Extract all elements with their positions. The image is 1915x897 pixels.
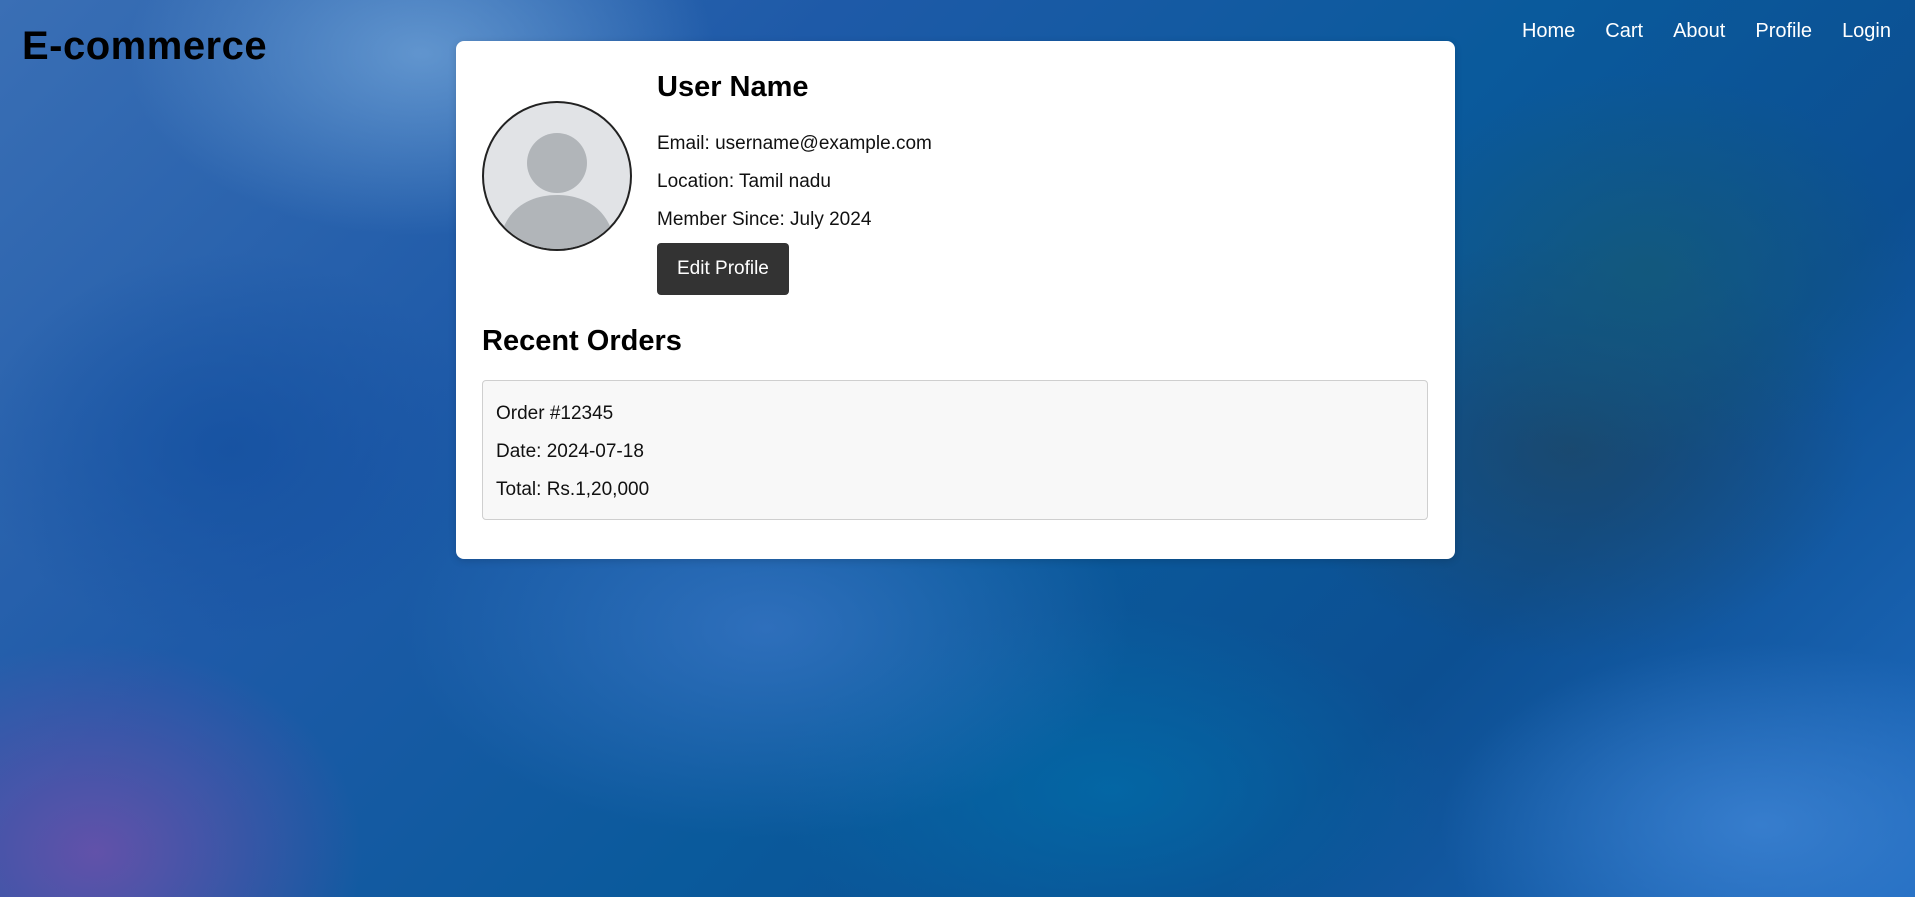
recent-orders-title: Recent Orders: [482, 325, 682, 357]
brand-logo: E-commerce: [22, 24, 268, 68]
nav-profile[interactable]: Profile: [1755, 20, 1812, 43]
nav-login[interactable]: Login: [1842, 20, 1891, 43]
user-location: Location: Tamil nadu: [657, 171, 831, 192]
top-nav: Home Cart About Profile Login: [1522, 20, 1891, 43]
order-total: Total: Rs.1,20,000: [496, 479, 650, 500]
nav-about[interactable]: About: [1673, 20, 1725, 43]
user-email: Email: username@example.com: [657, 133, 932, 154]
profile-info: User Name Email: username@example.com Lo…: [657, 71, 932, 295]
order-number: Order #12345: [496, 403, 614, 424]
nav-cart[interactable]: Cart: [1605, 20, 1643, 43]
user-name: User Name: [657, 71, 809, 103]
profile-card: User Name Email: username@example.com Lo…: [456, 41, 1455, 559]
user-member-since: Member Since: July 2024: [657, 209, 872, 230]
order-date: Date: 2024-07-18: [496, 441, 644, 462]
edit-profile-button[interactable]: Edit Profile: [657, 243, 789, 295]
nav-home[interactable]: Home: [1522, 20, 1575, 43]
order-item: Order #12345 Date: 2024-07-18 Total: Rs.…: [482, 380, 1428, 520]
user-avatar-placeholder-icon: [482, 101, 632, 251]
